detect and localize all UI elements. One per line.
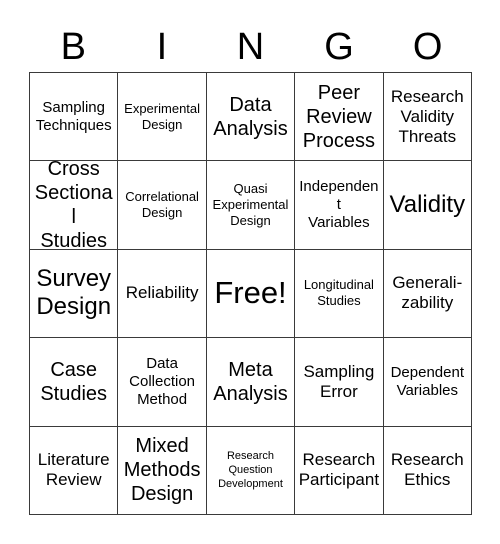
bingo-header-letter-g: G	[324, 26, 354, 68]
bingo-cell-label: Dependent Variables	[390, 363, 464, 399]
bingo-cell-label: Research Validity Threats	[390, 86, 464, 146]
bingo-cell[interactable]: Literature Review	[30, 426, 119, 515]
bingo-cell-label: Research Question Development	[218, 450, 283, 491]
bingo-cell[interactable]: Research Ethics	[383, 426, 472, 515]
bingo-cell-label: Meta Analysis	[213, 358, 288, 405]
bingo-cell-label: Experimental Design	[124, 100, 201, 132]
bingo-cell[interactable]: Cross Sectional Studies	[30, 161, 119, 250]
bingo-cell[interactable]: Reliability	[118, 249, 207, 339]
bingo-header-row: B I N G O	[29, 22, 472, 72]
bingo-cell-label: Reliability	[125, 283, 199, 303]
bingo-cell[interactable]: Experimental Design	[118, 73, 207, 162]
bingo-cell[interactable]: Meta Analysis	[206, 338, 296, 427]
bingo-cell-label: Correlational Design	[125, 189, 199, 221]
bingo-card: B I N G O Sampling Techniques Experiment…	[0, 0, 500, 544]
bingo-cell[interactable]: Data Collection Method	[118, 338, 207, 427]
bingo-cell-label: Sampling Techniques	[35, 98, 112, 134]
bingo-cell[interactable]: Correlational Design	[118, 161, 207, 250]
bingo-cell-label: Peer Review Process	[302, 81, 376, 152]
bingo-cell[interactable]: Generali- zability	[383, 249, 472, 339]
bingo-cell[interactable]: Peer Review Process	[295, 73, 384, 162]
bingo-header-letter-o: O	[412, 26, 443, 68]
bingo-cell[interactable]: Research Validity Threats	[383, 73, 472, 162]
bingo-cell-label: Research Participant	[298, 450, 380, 490]
bingo-cell-label: Quasi Experimental Design	[212, 181, 289, 229]
bingo-header-letter-b: B	[60, 26, 86, 68]
bingo-cell-label: Generali- zability	[392, 273, 463, 313]
bingo-cell-label: Research Ethics	[390, 450, 464, 490]
bingo-cell-label: Literature Review	[37, 450, 110, 490]
bingo-cell[interactable]: Case Studies	[30, 338, 119, 427]
bingo-cell-label: Survey Design	[36, 265, 112, 321]
bingo-cell-label: Case Studies	[40, 358, 108, 405]
bingo-cell[interactable]: Independent Variables	[295, 161, 384, 250]
bingo-cell-label: Data Analysis	[213, 93, 288, 140]
bingo-cell[interactable]: Dependent Variables	[383, 338, 472, 427]
bingo-grid: Sampling Techniques Experimental Design …	[29, 72, 472, 515]
bingo-cell[interactable]: Sampling Techniques	[30, 73, 119, 162]
bingo-cell-free-space[interactable]: Free!	[206, 249, 296, 339]
bingo-cell-label: Data Collection Method	[129, 354, 196, 408]
bingo-cell-label: Independent Variables	[299, 178, 379, 232]
bingo-cell[interactable]: Validity	[383, 161, 472, 250]
bingo-header-letter-i: I	[156, 26, 168, 68]
bingo-cell-label: Validity	[389, 191, 466, 219]
bingo-cell-label: Cross Sectional Studies	[34, 161, 113, 250]
bingo-cell[interactable]: Survey Design	[30, 249, 119, 339]
bingo-cell-label: Free!	[214, 275, 287, 311]
bingo-cell-label: Longitudinal Studies	[303, 277, 374, 309]
bingo-cell[interactable]: Data Analysis	[206, 73, 296, 162]
bingo-cell[interactable]: Sampling Error	[295, 338, 384, 427]
bingo-cell[interactable]: Mixed Methods Design	[118, 426, 207, 515]
bingo-cell-label: Mixed Methods Design	[123, 435, 201, 506]
bingo-cell[interactable]: Research Question Development	[206, 426, 296, 515]
bingo-cell[interactable]: Research Participant	[295, 426, 384, 515]
bingo-cell[interactable]: Quasi Experimental Design	[206, 161, 296, 250]
bingo-cell[interactable]: Longitudinal Studies	[295, 249, 384, 339]
bingo-cell-label: Sampling Error	[303, 361, 375, 401]
bingo-header-letter-n: N	[236, 26, 265, 68]
